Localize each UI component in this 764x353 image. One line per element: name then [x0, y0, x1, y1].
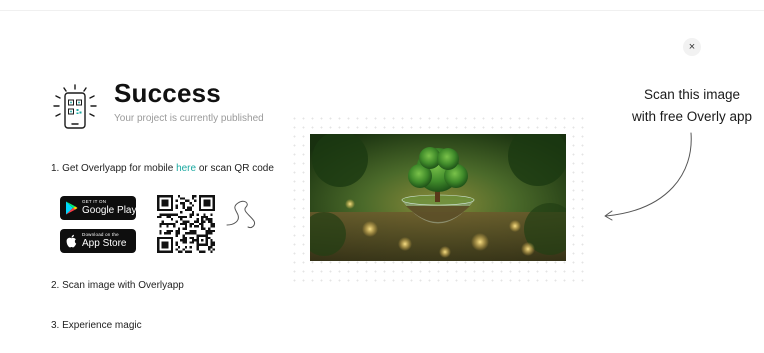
scan-hint-line2: with free Overly app: [631, 109, 753, 124]
get-app-link[interactable]: here: [176, 163, 196, 174]
squiggle-arrow: [226, 200, 255, 228]
google-play-badge[interactable]: GET IT ON Google Play: [60, 196, 136, 220]
step-scan-image: 2. Scan image with Overlyapp: [51, 280, 184, 291]
phone-qr-icon: [53, 84, 97, 129]
step-get-app: 1. Get Overlyapp for mobile here or scan…: [51, 163, 274, 174]
qr-code[interactable]: [157, 195, 215, 253]
step-experience: 3. Experience magic: [51, 320, 142, 331]
scan-hint: Scan this image with free Overly app: [612, 84, 764, 128]
target-image: [310, 134, 566, 261]
close-button[interactable]: ×: [683, 38, 701, 56]
top-divider: [0, 10, 764, 11]
step1-prefix: 1. Get Overlyapp for mobile: [51, 163, 177, 174]
page-title: Success: [114, 78, 221, 108]
scan-hint-line1: Scan this image: [643, 87, 741, 102]
apple-badge-label: App Store: [82, 237, 127, 249]
apple-icon: [66, 234, 77, 248]
curved-arrow-icon: [604, 132, 692, 221]
google-badge-label: Google Play: [82, 204, 137, 216]
page-subtitle: Your project is currently published: [114, 113, 264, 124]
app-store-badge[interactable]: Download on the App Store: [60, 229, 136, 253]
close-icon[interactable]: ×: [689, 41, 695, 53]
google-play-icon: [66, 201, 78, 215]
step1-suffix: or scan QR code: [196, 163, 274, 174]
